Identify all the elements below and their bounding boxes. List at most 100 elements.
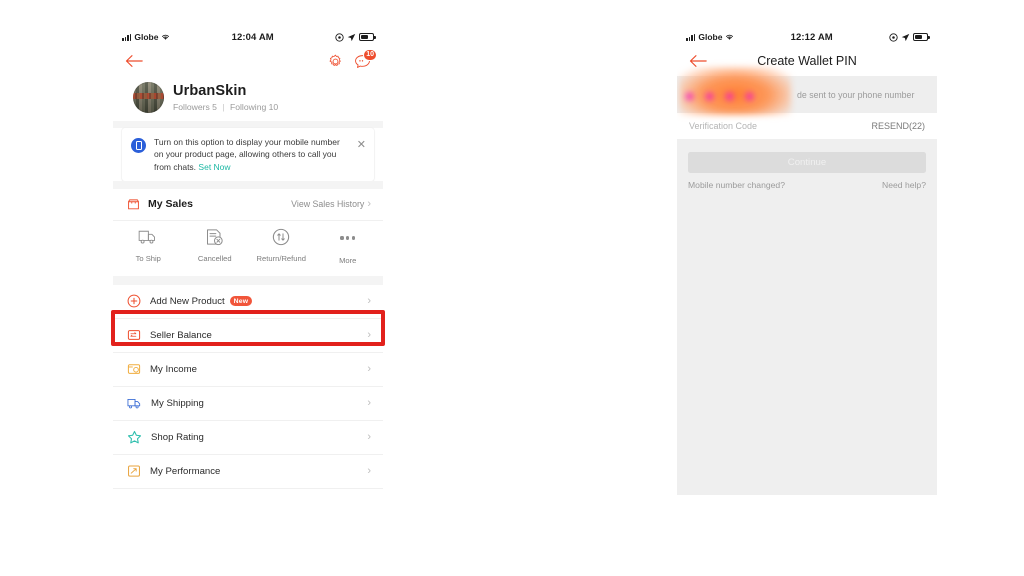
- right-phone-screen: Globe 12:12 AM Create Wallet PIN de sent…: [677, 28, 937, 495]
- chevron-right-icon: ›: [367, 294, 371, 307]
- sales-action-label: Cancelled: [197, 253, 232, 263]
- new-badge: New: [229, 296, 253, 307]
- battery-icon: [913, 33, 930, 41]
- sales-action-to-ship[interactable]: To Ship: [115, 227, 182, 265]
- following-label: Following 10: [229, 101, 279, 112]
- location-arrow-icon: [347, 33, 356, 41]
- carrier-label: Globe: [134, 32, 159, 42]
- wifi-icon: [162, 34, 170, 40]
- left-phone-screen: Globe 12:04 AM 10 UrbanSkin Followers 5 …: [113, 28, 383, 494]
- avatar: [133, 82, 164, 113]
- section-gap: [113, 121, 383, 128]
- clock-label: 12:12 AM: [790, 31, 833, 43]
- menu-item-my-shipping[interactable]: My Shipping ›: [113, 386, 383, 420]
- menu-item-label: My Performance: [150, 465, 221, 477]
- menu-item-my-income[interactable]: My Income ›: [113, 352, 383, 386]
- need-help-link[interactable]: Need help?: [882, 180, 926, 190]
- more-dots-icon: [340, 227, 356, 249]
- clock-label: 12:04 AM: [231, 31, 274, 43]
- chat-button[interactable]: 10: [354, 48, 377, 69]
- my-sales-title: My Sales: [148, 198, 193, 211]
- signal-bars-icon: [122, 33, 132, 41]
- chevron-right-icon: ›: [367, 430, 371, 443]
- menu-item-add-new-product[interactable]: Add New Product New ›: [113, 284, 383, 318]
- menu-item-my-performance[interactable]: My Performance ›: [113, 454, 383, 488]
- storefront-icon: [128, 199, 139, 210]
- continue-button-wrap: Continue: [677, 139, 937, 173]
- screenshot-canvas: Globe 12:04 AM 10 UrbanSkin Followers 5 …: [0, 0, 1024, 576]
- footer-links: Mobile number changed? Need help?: [677, 173, 937, 190]
- status-bar: Globe 12:04 AM: [113, 28, 383, 46]
- mobile-number-notice[interactable]: Turn on this option to display your mobi…: [122, 128, 374, 181]
- shop-profile[interactable]: UrbanSkin Followers 5 | Following 10: [113, 76, 383, 121]
- page-title: Create Wallet PIN: [757, 54, 857, 68]
- sales-actions-grid: To Ship Cancelled Return/Refund More: [113, 221, 383, 276]
- star-icon: [127, 430, 142, 444]
- seller-balance-icon: [127, 330, 141, 341]
- otp-input-row[interactable]: de sent to your phone number: [677, 67, 937, 115]
- section-gap: [113, 275, 383, 285]
- nav-actions: 10: [328, 48, 377, 69]
- status-bar: Globe 12:12 AM: [677, 28, 937, 46]
- mobile-phone-icon: [131, 138, 146, 153]
- page-title: UrbanSkin: [173, 83, 247, 100]
- right-nav-bar: Create Wallet PIN: [677, 46, 937, 76]
- back-arrow-icon[interactable]: [689, 54, 707, 68]
- otp-hint-text: de sent to your phone number: [797, 89, 915, 100]
- menu-item-label: My Shipping: [151, 397, 204, 409]
- notice-text-block: Turn on this option to display your mobi…: [154, 136, 349, 173]
- mobile-number-changed-link[interactable]: Mobile number changed?: [688, 180, 785, 190]
- performance-chart-icon: [128, 465, 140, 478]
- plus-circle-icon: [127, 295, 141, 308]
- sales-action-more[interactable]: More: [315, 227, 382, 265]
- menu-item-seller-balance[interactable]: Seller Balance ›: [113, 318, 383, 352]
- menu-item-shop-rating[interactable]: Shop Rating ›: [113, 420, 383, 454]
- location-arrow-icon: [901, 33, 910, 41]
- pin-dots: [686, 93, 753, 100]
- signal-bars-icon: [686, 33, 696, 41]
- menu-item-label: Seller Balance: [150, 329, 212, 341]
- my-sales-header: My Sales View Sales History ›: [113, 189, 383, 220]
- notice-banner-wrap: Turn on this option to display your mobi…: [113, 128, 383, 181]
- sales-action-label: Return/Refund: [256, 253, 306, 263]
- section-gap: [113, 180, 383, 189]
- truck-icon: [138, 230, 156, 244]
- my-income-icon: [127, 364, 141, 375]
- continue-button[interactable]: Continue: [688, 152, 926, 173]
- sales-action-return-refund[interactable]: Return/Refund: [248, 227, 315, 265]
- menu-item-seller-assistant[interactable]: Seller Assistant New ›: [113, 488, 383, 494]
- wifi-icon: [726, 34, 734, 40]
- menu-item-label: Add New Product: [150, 295, 225, 307]
- menu-item-label: Shop Rating: [151, 431, 204, 443]
- shipping-truck-icon: [127, 398, 141, 409]
- carrier-label: Globe: [698, 32, 723, 42]
- cancelled-document-icon: [206, 229, 223, 246]
- verification-code-row: Verification Code RESEND(22): [677, 113, 937, 139]
- circle-glyph-icon: [889, 32, 898, 42]
- back-arrow-icon[interactable]: [125, 54, 143, 68]
- chevron-right-icon: ›: [367, 464, 371, 477]
- chevron-right-icon: ›: [367, 362, 371, 375]
- sales-action-cancelled[interactable]: Cancelled: [182, 227, 249, 265]
- sales-action-label: More: [339, 255, 357, 265]
- close-icon[interactable]: ✕: [357, 140, 366, 151]
- view-sales-history-label: View Sales History: [291, 199, 365, 210]
- follow-stats: Followers 5 | Following 10: [173, 102, 278, 112]
- chat-badge: 10: [363, 48, 377, 61]
- gear-icon: [329, 54, 341, 66]
- resend-button[interactable]: RESEND(22): [871, 121, 925, 131]
- my-sales-card: My Sales View Sales History › To Ship Ca…: [113, 189, 383, 276]
- set-now-link[interactable]: Set Now: [198, 162, 230, 172]
- view-sales-history-link[interactable]: View Sales History ›: [291, 198, 371, 210]
- left-nav-bar: 10: [113, 46, 383, 76]
- chevron-right-icon: ›: [367, 396, 371, 409]
- menu-item-label: My Income: [150, 363, 197, 375]
- return-refund-icon: [273, 228, 290, 246]
- circle-glyph-icon: [335, 32, 344, 42]
- battery-icon: [359, 33, 376, 41]
- notice-text: Turn on this option to display your mobi…: [154, 137, 340, 172]
- verification-code-label: Verification Code: [689, 121, 758, 131]
- settings-button[interactable]: [328, 54, 343, 69]
- stats-separator: |: [222, 101, 225, 112]
- chevron-right-icon: ›: [367, 328, 371, 341]
